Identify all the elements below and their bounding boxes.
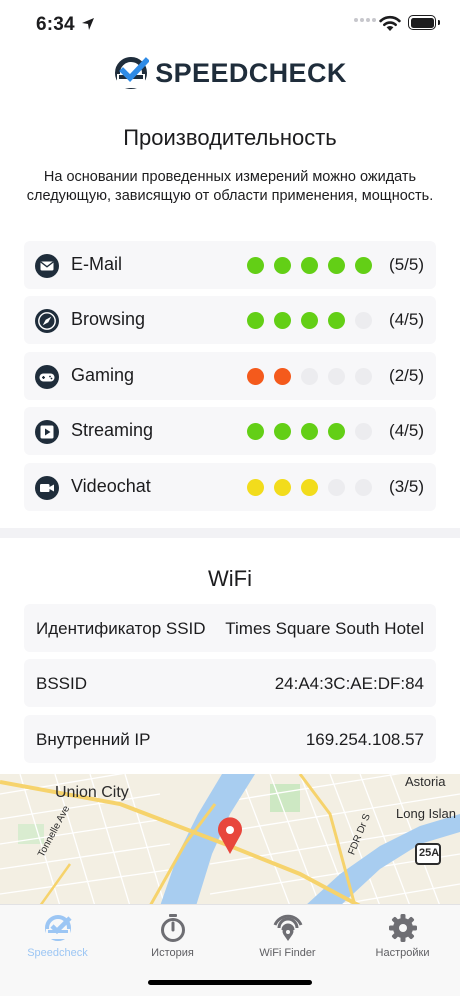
- performance-description: На основании проведенных измерений можно…: [26, 169, 434, 204]
- rating-dot: [301, 312, 318, 329]
- metric-label: Videochat: [71, 476, 151, 496]
- map-label-route-25a: 25A: [419, 847, 440, 859]
- map-label-long-island: Long Islan: [396, 806, 456, 821]
- rating-dot: [247, 423, 264, 440]
- metric-score: (3/5): [389, 477, 424, 496]
- map-view[interactable]: Union City Astoria Long Islan Tonnelle A…: [0, 774, 460, 906]
- rating-dots: [247, 312, 372, 329]
- metric-score: (4/5): [389, 310, 424, 329]
- info-value: 169.254.108.57: [305, 730, 424, 749]
- metric-score: (2/5): [389, 366, 424, 385]
- rating-dot: [328, 368, 345, 385]
- info-key: BSSID: [36, 674, 88, 693]
- app-logo: SPEEDCHECK: [0, 55, 460, 91]
- status-time: 6:34: [36, 14, 75, 35]
- rating-dot: [247, 479, 264, 496]
- logo-text: SPEEDCHECK: [155, 57, 347, 88]
- rating-dot: [355, 312, 372, 329]
- gamepad-icon: [35, 365, 59, 389]
- compass-icon: [35, 309, 59, 333]
- rating-dot: [274, 423, 291, 440]
- rating-dots: [247, 257, 372, 274]
- metric-score: (4/5): [389, 421, 424, 440]
- rating-dots: [247, 368, 372, 385]
- rating-dot: [355, 423, 372, 440]
- tab-label: Speedcheck: [27, 947, 88, 959]
- info-row-internal-ip: Внутренний IP 169.254.108.57: [24, 715, 436, 763]
- status-bar: 6:34: [0, 0, 460, 50]
- wifi-finder-icon: [273, 914, 302, 941]
- metric-label: E-Mail: [71, 254, 123, 274]
- rating-dot: [328, 257, 345, 274]
- location-arrow-icon: [82, 18, 94, 30]
- rating-dot: [355, 368, 372, 385]
- rating-dot: [301, 479, 318, 496]
- metric-score: (5/5): [389, 255, 424, 274]
- metric-row-gaming: Gaming (2/5): [24, 352, 436, 400]
- rating-dot: [355, 257, 372, 274]
- rating-dot: [274, 479, 291, 496]
- info-row-bssid: BSSID 24:A4:3C:AE:DF:84: [24, 659, 436, 707]
- tab-label: Настройки: [375, 947, 430, 959]
- rating-dots: [247, 423, 372, 440]
- rating-dots: [247, 479, 372, 496]
- tab-label: WiFi Finder: [259, 947, 316, 959]
- rating-dot: [328, 312, 345, 329]
- metric-label: Browsing: [71, 309, 146, 329]
- rating-dot: [247, 312, 264, 329]
- metric-row-browsing: Browsing (4/5): [24, 296, 436, 344]
- tab-settings[interactable]: Настройки: [345, 913, 460, 959]
- rating-dot: [301, 368, 318, 385]
- metric-row-streaming: Streaming (4/5): [24, 407, 436, 455]
- info-value: 24:A4:3C:AE:DF:84: [274, 674, 424, 693]
- rating-dot: [247, 368, 264, 385]
- metric-label: Gaming: [71, 365, 135, 385]
- speedcheck-logo-icon: [115, 57, 150, 89]
- map-label-astoria: Astoria: [405, 774, 446, 789]
- tab-history[interactable]: История: [115, 913, 230, 959]
- play-icon: [35, 420, 59, 444]
- section-divider: [0, 528, 460, 538]
- rating-dot: [274, 368, 291, 385]
- wifi-status-icon: [379, 16, 401, 31]
- stopwatch-icon: [160, 914, 185, 942]
- info-value: Times Square South Hotel: [225, 619, 424, 638]
- tab-speedcheck[interactable]: Speedcheck: [0, 913, 115, 959]
- info-key: Внутренний IP: [36, 730, 151, 749]
- rating-dot: [274, 312, 291, 329]
- rating-dot: [301, 423, 318, 440]
- info-row-ssid: Идентификатор SSID Times Square South Ho…: [24, 604, 436, 652]
- video-camera-icon: [35, 476, 59, 500]
- gear-icon: [388, 914, 417, 942]
- home-indicator: [148, 980, 312, 985]
- info-key: Идентификатор SSID: [36, 619, 206, 638]
- rating-dot: [247, 257, 264, 274]
- mail-icon: [35, 254, 59, 278]
- speedcheck-icon: [44, 915, 72, 941]
- performance-title: Производительность: [123, 125, 337, 150]
- rating-dot: [301, 257, 318, 274]
- rating-dot: [355, 479, 372, 496]
- rating-dot: [274, 257, 291, 274]
- metric-row-videochat: Videochat (3/5): [24, 463, 436, 511]
- rating-dot: [328, 479, 345, 496]
- battery-icon: [408, 15, 440, 30]
- map-label-union-city: Union City: [55, 784, 129, 801]
- tab-label: История: [151, 947, 194, 959]
- wifi-title: WiFi: [208, 566, 252, 591]
- metric-row-email: E-Mail (5/5): [24, 241, 436, 289]
- tab-wifi-finder[interactable]: WiFi Finder: [230, 913, 345, 959]
- metric-label: Streaming: [71, 420, 154, 440]
- rating-dot: [328, 423, 345, 440]
